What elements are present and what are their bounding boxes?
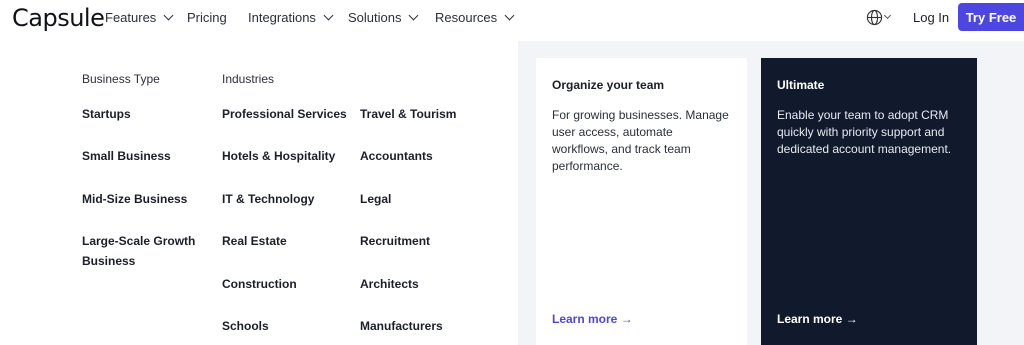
menu-link-legal[interactable]: Legal <box>360 189 391 209</box>
learn-more-link[interactable]: Learn more → <box>777 312 858 326</box>
globe-icon[interactable] <box>866 8 884 26</box>
menu-link-small-business[interactable]: Small Business <box>82 146 171 166</box>
menu-link-mid-size-business[interactable]: Mid-Size Business <box>82 189 187 209</box>
card-description: Enable your team to adopt CRM quickly wi… <box>777 108 952 156</box>
menu-link-it-technology[interactable]: IT & Technology <box>222 189 314 209</box>
nav-integrations[interactable]: Integrations <box>248 10 334 25</box>
menu-link-recruitment[interactable]: Recruitment <box>360 231 430 251</box>
language-chevron-icon[interactable] <box>883 11 892 20</box>
card-title: Organize your team <box>552 78 665 92</box>
menu-link-architects[interactable]: Architects <box>360 274 419 294</box>
nav-resources-label: Resources <box>435 10 498 25</box>
nav-pricing[interactable]: Pricing <box>187 10 227 25</box>
menu-link-travel-tourism[interactable]: Travel & Tourism <box>360 104 456 124</box>
chevron-down-icon <box>323 10 334 21</box>
capsule-logo[interactable]: Capsule <box>12 4 105 32</box>
top-navigation: Capsule Features Pricing Integrations So… <box>0 0 1024 36</box>
card-description: For growing businesses. Manage user acce… <box>552 108 729 173</box>
login-link[interactable]: Log In <box>913 10 949 25</box>
organize-team-card: Organize your team For growing businesse… <box>536 58 747 345</box>
chevron-down-icon <box>163 10 174 21</box>
industries-heading: Industries <box>222 72 275 86</box>
nav-solutions-label: Solutions <box>348 10 402 25</box>
menu-link-accountants[interactable]: Accountants <box>360 146 433 166</box>
menu-link-hotels-hospitality[interactable]: Hotels & Hospitality <box>222 146 335 166</box>
nav-solutions[interactable]: Solutions <box>348 10 419 25</box>
business-type-heading: Business Type <box>82 72 160 86</box>
nav-features-label: Features <box>105 10 157 25</box>
nav-resources[interactable]: Resources <box>435 10 515 25</box>
menu-link-professional-services[interactable]: Professional Services <box>222 104 347 124</box>
nav-integrations-label: Integrations <box>248 10 316 25</box>
nav-pricing-label: Pricing <box>187 10 227 25</box>
menu-link-manufacturers[interactable]: Manufacturers <box>360 316 443 336</box>
card-title: Ultimate <box>777 78 825 92</box>
learn-more-link[interactable]: Learn more → <box>552 312 633 326</box>
nav-features[interactable]: Features <box>105 10 174 25</box>
chevron-down-icon <box>409 10 419 21</box>
menu-link-startups[interactable]: Startups <box>82 104 131 124</box>
menu-link-construction[interactable]: Construction <box>222 274 297 294</box>
menu-link-real-estate[interactable]: Real Estate <box>222 231 287 251</box>
chevron-down-icon <box>504 10 515 21</box>
try-free-button[interactable]: Try Free <box>958 3 1024 31</box>
ultimate-card: Ultimate Enable your team to adopt CRM q… <box>761 58 977 345</box>
menu-link-schools[interactable]: Schools <box>222 316 269 336</box>
menu-link-large-scale-growth-business[interactable]: Large-Scale Growth Business <box>82 231 200 271</box>
